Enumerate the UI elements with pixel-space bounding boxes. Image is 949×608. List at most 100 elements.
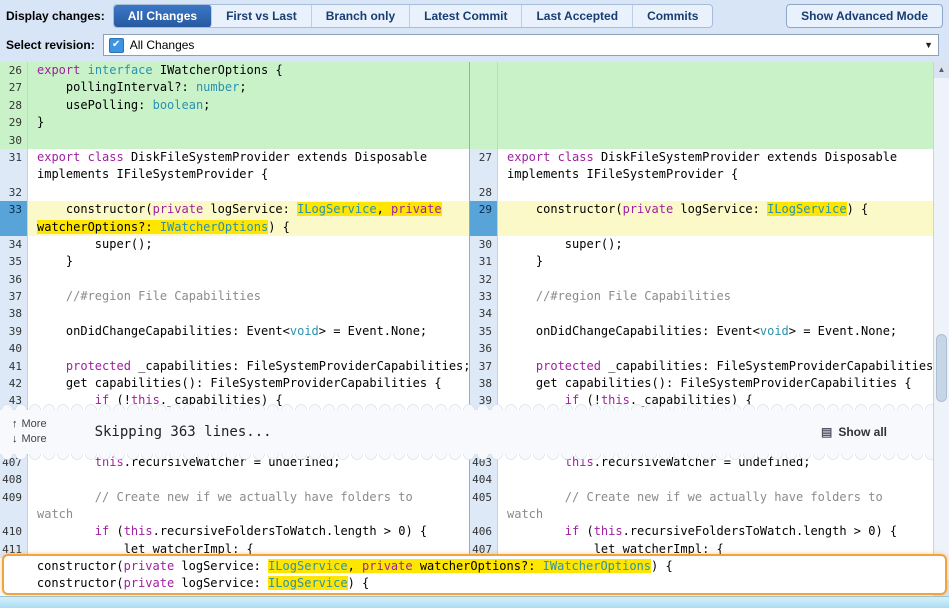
code-row[interactable]: 29 constructor(private logService: ILogS… xyxy=(470,201,933,218)
line-number: 404 xyxy=(470,471,498,488)
code-row[interactable]: 34 xyxy=(470,305,933,322)
code-row[interactable] xyxy=(470,79,933,96)
code-row[interactable]: 26export interface IWatcherOptions { xyxy=(0,62,469,79)
code-row[interactable]: 34 super(); xyxy=(0,236,469,253)
line-number: 34 xyxy=(0,236,28,253)
tab-last-accepted[interactable]: Last Accepted xyxy=(522,5,633,27)
code-text: super(); xyxy=(28,236,469,253)
code-row[interactable]: 404 xyxy=(470,471,933,488)
scrollbar-thumb[interactable] xyxy=(936,334,947,402)
more-down-label: More xyxy=(22,433,47,445)
code-row[interactable]: 38 xyxy=(0,305,469,322)
code-row[interactable]: 27export class DiskFileSystemProvider ex… xyxy=(470,149,933,166)
line-number: 408 xyxy=(0,471,28,488)
line-number: 36 xyxy=(0,271,28,288)
line-number: 41 xyxy=(0,358,28,375)
select-revision-label: Select revision: xyxy=(6,38,95,52)
chevron-down-icon[interactable]: ▼ xyxy=(924,40,933,50)
line-number: 31 xyxy=(470,253,498,270)
line-number: 38 xyxy=(470,375,498,392)
tab-branch-only[interactable]: Branch only xyxy=(312,5,410,27)
code-row[interactable]: 33 constructor(private logService: ILogS… xyxy=(0,201,469,218)
more-up-button[interactable]: ↑ More xyxy=(12,418,47,430)
bottom-code-section: 407 this.recursiveWatcher = undefined;40… xyxy=(0,454,933,558)
code-row[interactable] xyxy=(470,62,933,79)
list-icon: ▤ xyxy=(821,425,832,439)
code-row[interactable]: 31 } xyxy=(470,253,933,270)
code-text xyxy=(498,471,933,488)
header: Display changes: All ChangesFirst vs Las… xyxy=(0,0,949,62)
tab-commits[interactable]: Commits xyxy=(633,5,712,27)
line-number: 28 xyxy=(470,184,498,201)
line-number: 34 xyxy=(470,305,498,322)
code-row[interactable]: 35 onDidChangeCapabilities: Event<void> … xyxy=(470,323,933,340)
code-row[interactable]: 38 get capabilities(): FileSystemProvide… xyxy=(470,375,933,392)
line-number: 33 xyxy=(0,201,28,218)
diff-viewer: 26export interface IWatcherOptions {27 p… xyxy=(0,62,949,608)
code-row[interactable]: 42 get capabilities(): FileSystemProvide… xyxy=(0,375,469,392)
line-number xyxy=(470,219,498,236)
code-row[interactable]: 32 xyxy=(0,184,469,201)
tab-all-changes[interactable]: All Changes xyxy=(114,5,212,27)
code-text: protected _capabilities: FileSystemProvi… xyxy=(28,358,469,375)
code-text: watcherOptions?: IWatcherOptions) { xyxy=(28,219,469,236)
more-up-label: More xyxy=(22,418,47,430)
code-text: //#region File Capabilities xyxy=(498,288,933,305)
display-mode-tabs: All ChangesFirst vs LastBranch onlyLates… xyxy=(113,4,714,28)
code-row[interactable]: implements IFileSystemProvider { xyxy=(470,166,933,183)
skipped-lines-divider: ↑ More ↓ More Skipping 363 lines... ▤ Sh… xyxy=(0,410,933,454)
code-row[interactable]: 36 xyxy=(0,271,469,288)
scroll-up-button[interactable]: ▲ xyxy=(934,62,949,78)
code-row[interactable] xyxy=(470,219,933,236)
code-row[interactable]: watcherOptions?: IWatcherOptions) { xyxy=(0,219,469,236)
show-advanced-mode-button[interactable]: Show Advanced Mode xyxy=(786,4,943,28)
code-row[interactable]: 29} xyxy=(0,114,469,131)
more-down-button[interactable]: ↓ More xyxy=(12,433,47,445)
code-row[interactable]: 31export class DiskFileSystemProvider ex… xyxy=(0,149,469,166)
code-row[interactable]: 30 super(); xyxy=(470,236,933,253)
code-row[interactable]: watch xyxy=(470,506,933,523)
line-number: 410 xyxy=(0,523,28,540)
code-row[interactable] xyxy=(470,132,933,149)
code-row[interactable]: 410 if (this.recursiveFoldersToWatch.len… xyxy=(0,523,469,540)
code-row[interactable]: 36 xyxy=(470,340,933,357)
code-row[interactable]: 408 xyxy=(0,471,469,488)
code-row[interactable]: 409 // Create new if we actually have fo… xyxy=(0,489,469,506)
code-row[interactable]: 37 protected _capabilities: FileSystemPr… xyxy=(470,358,933,375)
code-text: } xyxy=(498,253,933,270)
tab-first-vs-last[interactable]: First vs Last xyxy=(212,5,312,27)
code-row[interactable]: watch xyxy=(0,506,469,523)
line-number: 409 xyxy=(0,489,28,506)
arrow-up-icon: ↑ xyxy=(12,418,18,430)
code-row[interactable] xyxy=(470,97,933,114)
code-row[interactable]: 39 onDidChangeCapabilities: Event<void> … xyxy=(0,323,469,340)
code-row[interactable]: 27 pollingInterval?: number; xyxy=(0,79,469,96)
diff-pane-left-bottom: 407 this.recursiveWatcher = undefined;40… xyxy=(0,454,470,558)
horizontal-scrollbar[interactable] xyxy=(0,596,949,608)
code-row[interactable]: 32 xyxy=(470,271,933,288)
code-row[interactable]: 35 } xyxy=(0,253,469,270)
code-row[interactable]: implements IFileSystemProvider { xyxy=(0,166,469,183)
code-text: get capabilities(): FileSystemProviderCa… xyxy=(28,375,469,392)
vertical-scrollbar[interactable]: ▲ ▼ xyxy=(933,62,949,596)
revision-bar: Select revision: ✔ All Changes ▼ xyxy=(0,32,949,62)
line-number xyxy=(470,114,498,131)
revision-dropdown[interactable]: ✔ All Changes ▼ xyxy=(103,34,939,56)
code-text: export interface IWatcherOptions { xyxy=(28,62,469,79)
code-text: onDidChangeCapabilities: Event<void> = E… xyxy=(498,323,933,340)
code-row[interactable]: 405 // Create new if we actually have fo… xyxy=(470,489,933,506)
code-text xyxy=(498,340,933,357)
code-row[interactable]: 28 xyxy=(470,184,933,201)
code-row[interactable]: 30 xyxy=(0,132,469,149)
show-all-button[interactable]: ▤ Show all xyxy=(821,425,887,439)
code-row[interactable]: 28 usePolling: boolean; xyxy=(0,97,469,114)
code-row[interactable]: 406 if (this.recursiveFoldersToWatch.len… xyxy=(470,523,933,540)
code-row[interactable]: 33 //#region File Capabilities xyxy=(470,288,933,305)
tab-latest-commit[interactable]: Latest Commit xyxy=(410,5,522,27)
line-number xyxy=(470,97,498,114)
code-row[interactable]: 40 xyxy=(0,340,469,357)
display-changes-label: Display changes: xyxy=(6,9,105,23)
code-row[interactable]: 41 protected _capabilities: FileSystemPr… xyxy=(0,358,469,375)
code-row[interactable] xyxy=(470,114,933,131)
code-row[interactable]: 37 //#region File Capabilities xyxy=(0,288,469,305)
